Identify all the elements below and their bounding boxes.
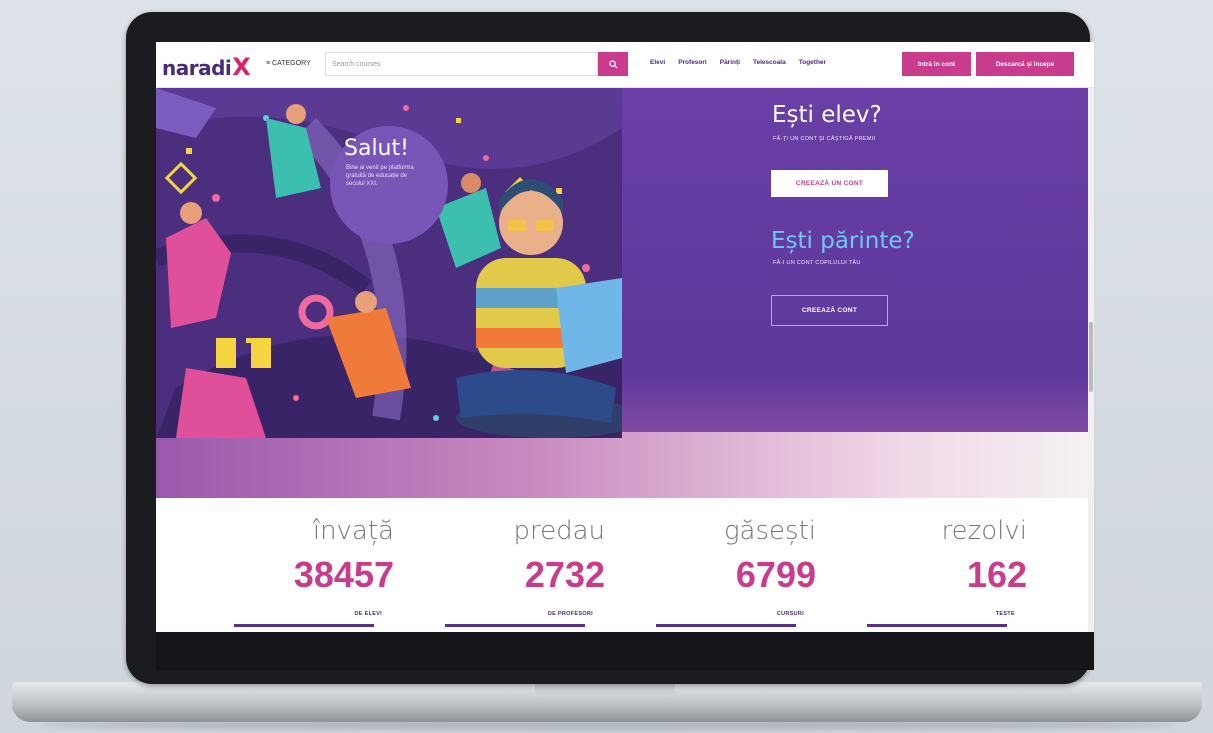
search-icon xyxy=(608,59,618,69)
search-button[interactable] xyxy=(598,52,628,76)
stat-students: învață 38457 DE ELEVI xyxy=(234,498,394,632)
create-parent-account-button[interactable]: CREEAZĂ CONT xyxy=(771,295,888,326)
stat-label: CURSURI xyxy=(776,611,804,617)
website-screen: naradiX ≡ CATEGORY Search courses Elevi … xyxy=(156,42,1094,632)
nav-link-telescoala[interactable]: Telescoala xyxy=(753,59,786,66)
stat-underline xyxy=(234,624,374,627)
stat-underline xyxy=(867,624,1007,627)
stat-number: 38457 xyxy=(293,554,394,595)
nav-link-parinti[interactable]: Părinți xyxy=(720,59,740,66)
stat-number: 6799 xyxy=(735,554,816,595)
logo-x: X xyxy=(232,53,251,81)
stats-section: învață 38457 DE ELEVI predau 2732 DE PRO… xyxy=(156,498,1088,632)
stat-verb: rezolvi xyxy=(941,516,1027,546)
category-menu[interactable]: ≡ CATEGORY xyxy=(266,60,311,67)
nav-link-profesori[interactable]: Profesori xyxy=(678,59,707,66)
create-student-account-button[interactable]: CREEAZĂ UN CONT xyxy=(771,170,888,197)
parent-subtitle: FĂ-I UN CONT COPILULUI TĂU xyxy=(773,260,861,266)
naradix-logo[interactable]: naradiX xyxy=(162,53,251,81)
nav-links: Elevi Profesori Părinți Telescoala Toget… xyxy=(650,59,826,66)
student-title: Ești elev? xyxy=(772,102,882,128)
stat-verb: predau xyxy=(513,516,605,546)
laptop-chin xyxy=(156,632,1094,670)
stat-courses: găsești 6799 CURSURI xyxy=(656,498,816,632)
salut-title: Salut! xyxy=(344,136,409,161)
stat-label: DE PROFESORI xyxy=(547,611,593,617)
hero-gradient-band xyxy=(156,432,1094,498)
stat-verb: învață xyxy=(312,516,394,546)
signup-button[interactable]: Descarcă și începe xyxy=(976,52,1074,76)
laptop-notch xyxy=(535,684,675,698)
stat-number: 162 xyxy=(966,554,1027,595)
stat-underline xyxy=(445,624,585,627)
search-input[interactable]: Search courses xyxy=(325,52,598,76)
salut-text: Bine ai venit pe platforma gratuită de e… xyxy=(346,165,414,187)
stat-number: 2732 xyxy=(524,554,605,595)
login-button[interactable]: Intră în cont xyxy=(902,52,971,76)
stat-label: TESTE xyxy=(995,611,1015,617)
parent-title: Ești părinte? xyxy=(771,228,915,254)
student-subtitle: FĂ-ȚI UN CONT ȘI CÂȘTIGĂ PREMII xyxy=(773,136,876,142)
stat-underline xyxy=(656,624,796,627)
hero-illustration: Salut! Bine ai venit pe platforma gratui… xyxy=(156,88,622,438)
stat-verb: găsești xyxy=(723,516,816,546)
scrollbar-thumb[interactable] xyxy=(1089,322,1093,392)
nav-link-together[interactable]: Together xyxy=(799,59,826,66)
stat-teachers: predau 2732 DE PROFESORI xyxy=(445,498,605,632)
nav-link-elevi[interactable]: Elevi xyxy=(650,59,665,66)
stat-label: DE ELEVI xyxy=(354,611,382,617)
stat-tests: rezolvi 162 TESTE xyxy=(867,498,1027,632)
logo-text: naradi xyxy=(162,56,232,80)
top-navbar: naradiX ≡ CATEGORY Search courses Elevi … xyxy=(156,42,1094,88)
